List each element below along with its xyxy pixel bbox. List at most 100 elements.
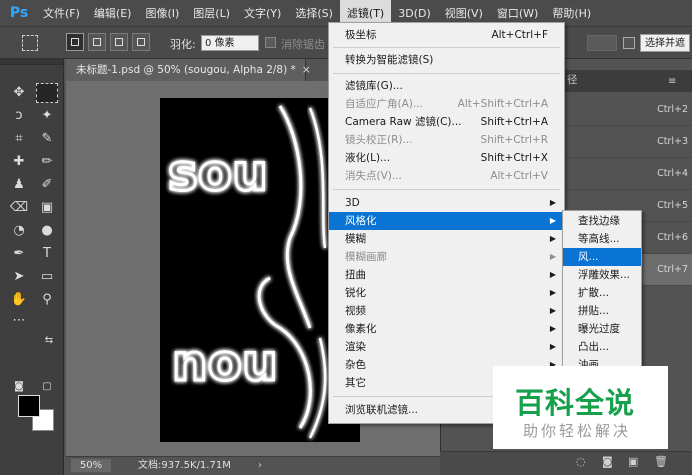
menu-edit[interactable]: 编辑(E): [87, 0, 139, 27]
menu-type[interactable]: 文字(Y): [237, 0, 288, 27]
filter-item-pixelate[interactable]: 像素化 ▶: [329, 320, 564, 338]
menu-image[interactable]: 图像(I): [138, 0, 186, 27]
menu-layer[interactable]: 图层(L): [186, 0, 237, 27]
new-channel-icon[interactable]: ▣: [628, 455, 638, 468]
filter-item-camera-raw[interactable]: Camera Raw 滤镜(C)... Shift+Ctrl+A: [329, 113, 564, 131]
delete-channel-icon[interactable]: 🗑: [654, 455, 668, 468]
crop-tool-icon[interactable]: ⌗: [8, 129, 30, 149]
channel-row[interactable]: Ctrl+4: [563, 158, 692, 190]
quick-mask-icon[interactable]: ◙: [8, 377, 30, 397]
filter-item-gallery[interactable]: 滤镜库(G)...: [329, 77, 564, 95]
load-selection-icon[interactable]: ◌: [576, 455, 586, 468]
filter-item-stylize[interactable]: 风格化 ▶: [329, 212, 564, 230]
foreground-color-swatch[interactable]: [18, 395, 40, 417]
lasso-tool-icon[interactable]: ↄ: [8, 106, 30, 126]
new-selection-icon[interactable]: [66, 33, 84, 51]
filter-item-label: 3D: [345, 197, 360, 209]
screen-mode-icon[interactable]: ▢: [36, 377, 58, 397]
stylize-solarize[interactable]: 曝光过度: [563, 320, 641, 338]
status-bar: 50% 文档:937.5K/1.71M ›: [66, 456, 440, 475]
antialias-checkbox[interactable]: [265, 37, 276, 48]
constrain-checkbox[interactable]: [623, 37, 635, 49]
submenu-arrow-icon: ▶: [549, 216, 556, 225]
filter-item-blur[interactable]: 模糊 ▶: [329, 230, 564, 248]
stylize-extrude[interactable]: 凸出...: [563, 338, 641, 356]
rectangle-tool-icon[interactable]: ▭: [36, 267, 58, 287]
blur-tool-icon[interactable]: ◔: [8, 221, 30, 241]
intersect-selection-icon[interactable]: [132, 33, 150, 51]
channel-row[interactable]: Ctrl+3: [563, 126, 692, 158]
stylize-emboss[interactable]: 浮雕效果...: [563, 266, 641, 284]
tools-grip[interactable]: [0, 59, 63, 65]
feather-label: 羽化:: [170, 38, 196, 51]
stylize-contour[interactable]: 等高线...: [563, 230, 641, 248]
submenu-arrow-icon: ▶: [549, 234, 556, 243]
filter-item-label: 其它: [345, 377, 366, 389]
filter-item-video[interactable]: 视频 ▶: [329, 302, 564, 320]
edit-toolbar-icon[interactable]: ⋯: [8, 311, 30, 331]
healing-brush-tool-icon[interactable]: ✚: [8, 152, 30, 172]
filter-item-shortcut: Shift+Ctrl+X: [480, 152, 548, 164]
clone-stamp-tool-icon[interactable]: ♟: [8, 175, 30, 195]
canvas-text-top: sou: [168, 144, 268, 202]
feather-input[interactable]: 0 像素: [201, 35, 259, 51]
stylize-diffuse[interactable]: 扩散...: [563, 284, 641, 302]
filter-item-distort[interactable]: 扭曲 ▶: [329, 266, 564, 284]
filter-item-label: 模糊画廊: [345, 251, 387, 263]
filter-item-lens-correction[interactable]: 镜头校正(R)... Shift+Ctrl+R: [329, 131, 564, 149]
filter-menu: 极坐标 Alt+Ctrl+F 转换为智能滤镜(S) 滤镜库(G)... 自适应广…: [328, 22, 565, 424]
add-selection-icon[interactable]: [88, 33, 106, 51]
filter-item-polar[interactable]: 极坐标 Alt+Ctrl+F: [329, 26, 564, 44]
stylize-tiles[interactable]: 拼贴...: [563, 302, 641, 320]
channel-row[interactable]: Ctrl+2: [563, 94, 692, 126]
magic-wand-tool-icon[interactable]: ✦: [36, 106, 58, 126]
history-brush-tool-icon[interactable]: ✐: [36, 175, 58, 195]
filter-item-vanishing-point[interactable]: 消失点(V)... Alt+Ctrl+V: [329, 167, 564, 185]
save-selection-icon[interactable]: ◙: [602, 455, 613, 468]
channel-shortcut: Ctrl+7: [657, 264, 688, 275]
filter-item-label: 液化(L)...: [345, 152, 391, 164]
dodge-tool-icon[interactable]: ●: [36, 221, 58, 241]
hand-tool-icon[interactable]: ✋: [8, 290, 30, 310]
filter-item-render[interactable]: 渲染 ▶: [329, 338, 564, 356]
menu-divider: [333, 47, 560, 48]
stylize-wind[interactable]: 风...: [563, 248, 641, 266]
filter-item-blur-gallery[interactable]: 模糊画廊 ▶: [329, 248, 564, 266]
marquee-tool-icon[interactable]: [36, 83, 58, 103]
filter-item-label: 转换为智能滤镜(S): [345, 54, 434, 66]
zoom-field[interactable]: 50%: [70, 458, 112, 473]
height-field[interactable]: [587, 35, 617, 51]
swap-colors-icon[interactable]: ⇆: [38, 331, 60, 351]
filter-item-smart-filter[interactable]: 转换为智能滤镜(S): [329, 51, 564, 69]
filter-item-label: 镜头校正(R)...: [345, 134, 413, 146]
status-menu-arrow-icon[interactable]: ›: [258, 457, 262, 475]
filter-item-label: Camera Raw 滤镜(C)...: [345, 116, 462, 128]
filter-item-liquify[interactable]: 液化(L)... Shift+Ctrl+X: [329, 149, 564, 167]
filter-item-label: 消失点(V)...: [345, 170, 402, 182]
submenu-arrow-icon: ▶: [549, 270, 556, 279]
select-and-mask-button[interactable]: 选择并遮: [640, 34, 690, 52]
filter-item-sharpen[interactable]: 锐化 ▶: [329, 284, 564, 302]
pen-tool-icon[interactable]: ✒: [8, 244, 30, 264]
type-tool-icon[interactable]: T: [36, 244, 58, 264]
stylize-find-edges[interactable]: 查找边缘: [563, 212, 641, 230]
stylize-submenu: 查找边缘 等高线... 风... 浮雕效果... 扩散... 拼贴... 曝光过…: [562, 210, 642, 372]
eraser-tool-icon[interactable]: ⌫: [8, 198, 30, 218]
subtract-selection-icon[interactable]: [110, 33, 128, 51]
brush-tool-icon[interactable]: ✏: [36, 152, 58, 172]
gradient-tool-icon[interactable]: ▣: [36, 198, 58, 218]
filter-item-3d[interactable]: 3D ▶: [329, 194, 564, 212]
paths-tab[interactable]: 径: [567, 72, 578, 87]
document-tab[interactable]: 未标题-1.psd @ 50% (sougou, Alpha 2/8) * ×: [66, 59, 311, 81]
zoom-tool-icon[interactable]: ⚲: [36, 290, 58, 310]
marquee-preset-icon[interactable]: [22, 35, 38, 51]
move-tool-icon[interactable]: ✥: [8, 83, 30, 103]
panel-menu-icon[interactable]: ≡: [668, 76, 676, 87]
menu-file[interactable]: 文件(F): [36, 0, 87, 27]
close-tab-icon[interactable]: ×: [302, 64, 311, 76]
filter-item-adaptive-wide-angle[interactable]: 自适应广角(A)... Alt+Shift+Ctrl+A: [329, 95, 564, 113]
path-selection-tool-icon[interactable]: ➤: [8, 267, 30, 287]
filter-item-label: 扭曲: [345, 269, 366, 281]
eyedropper-tool-icon[interactable]: ✎: [36, 129, 58, 149]
filter-item-shortcut: Shift+Ctrl+A: [480, 116, 548, 128]
